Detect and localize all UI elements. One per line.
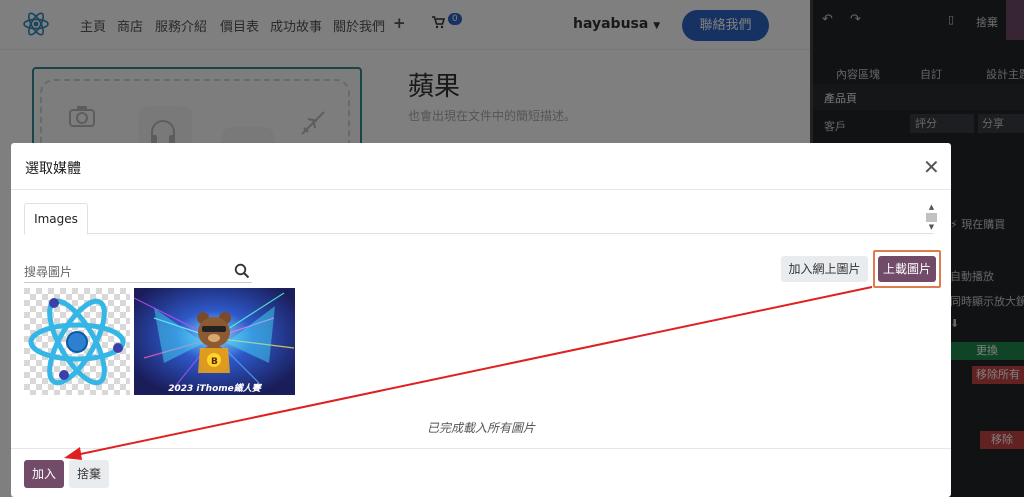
scroll-down-icon[interactable]: ▼: [926, 223, 937, 232]
dialog-title: 選取媒體: [25, 161, 81, 177]
image-thumbnail-ithome[interactable]: B 2023 iThome鐵人賽: [134, 288, 295, 395]
tab-images[interactable]: Images: [24, 203, 88, 235]
upload-image-button[interactable]: 上載圖片: [878, 256, 936, 282]
search-icon[interactable]: [234, 263, 250, 279]
add-button[interactable]: 加入: [24, 460, 64, 488]
image-search: [24, 261, 252, 283]
add-url-image-button[interactable]: 加入網上圖片: [781, 256, 868, 282]
media-tabs: Images: [24, 203, 934, 235]
close-icon[interactable]: ✕: [923, 155, 940, 179]
tab-scrollbar[interactable]: ▲ ▼: [926, 203, 937, 233]
discard-button[interactable]: 捨棄: [69, 460, 109, 488]
svg-text:B: B: [211, 357, 218, 367]
image-caption: 2023 iThome鐵人賽: [168, 384, 261, 394]
image-thumbnail-react[interactable]: [24, 288, 130, 395]
scroll-up-icon[interactable]: ▲: [926, 203, 937, 212]
ithome-bear-image: B: [134, 288, 295, 395]
select-media-dialog: 選取媒體 ✕ Images ▲ ▼ 加入網上圖片 上載圖片: [11, 143, 951, 497]
scrollbar-thumb[interactable]: [926, 213, 937, 222]
upload-highlight-frame: 上載圖片: [873, 250, 941, 288]
react-logo-image: [24, 288, 130, 395]
load-status-text: 已完成載入所有圖片: [426, 421, 535, 435]
search-input[interactable]: [24, 261, 229, 282]
dialog-footer: 加入 捨棄: [11, 448, 951, 497]
dialog-header: 選取媒體 ✕: [11, 143, 951, 190]
